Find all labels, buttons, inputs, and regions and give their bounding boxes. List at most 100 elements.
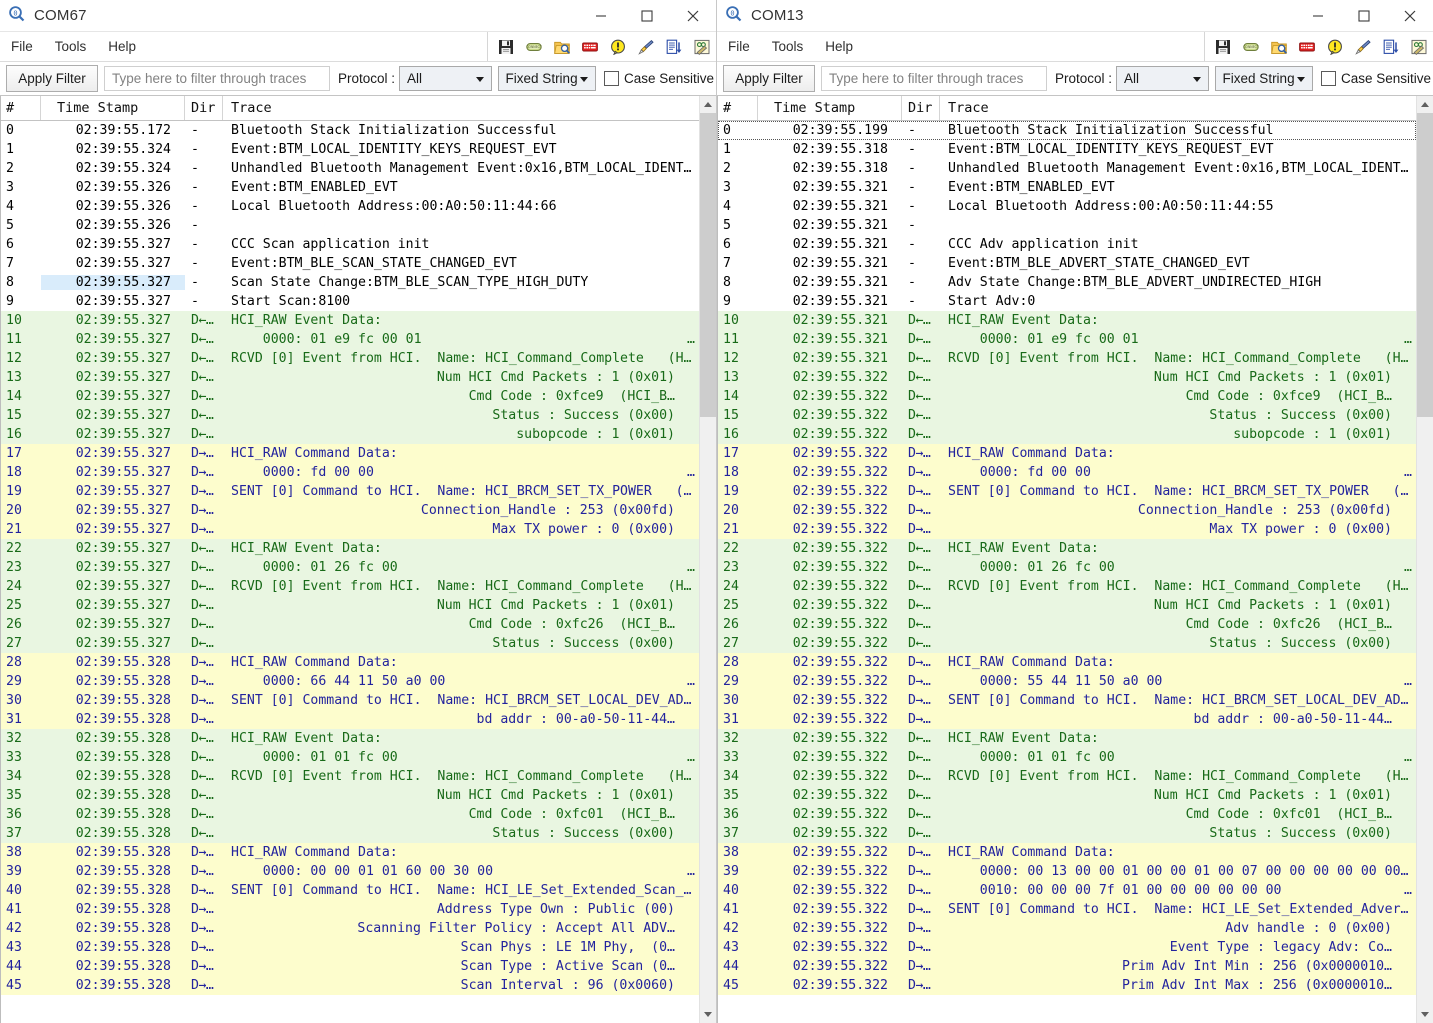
table-row[interactable]: 13 02:39:55.322 D←… Num HCI Cmd Packets : 1… xyxy=(718,368,1416,387)
table-row[interactable]: 4 02:39:55.321 - Local Bluetooth Address:00… xyxy=(718,197,1416,216)
table-row[interactable]: 36 02:39:55.328 D←… Cmd Code : 0xfc01 (HCI_… xyxy=(1,805,699,824)
scroll-up-button[interactable] xyxy=(1417,96,1433,113)
column-header-trace[interactable]: Trace xyxy=(223,96,699,120)
close-button[interactable] xyxy=(1387,0,1433,31)
table-row[interactable]: 18 02:39:55.322 D→… 0000: fd 00 00… xyxy=(718,463,1416,482)
table-row[interactable]: 42 02:39:55.322 D→… Adv handle : 0 (0x00) xyxy=(718,919,1416,938)
table-row[interactable]: 1 02:39:55.324 - Event:BTM_LOCAL_IDENTITY_K… xyxy=(1,140,699,159)
table-row[interactable]: 30 02:39:55.328 D→… SENT [0] Command to HCI… xyxy=(1,691,699,710)
filter-input[interactable]: Type here to filter through traces xyxy=(104,66,330,91)
table-row[interactable]: 26 02:39:55.327 D←… Cmd Code : 0xfc26 (HCI_… xyxy=(1,615,699,634)
table-row[interactable]: 27 02:39:55.322 D←… Status : Success (0x00) xyxy=(718,634,1416,653)
table-row[interactable]: 6 02:39:55.321 - CCC Adv application init xyxy=(718,235,1416,254)
table-row[interactable]: 32 02:39:55.328 D←… HCI_RAW Event Data: xyxy=(1,729,699,748)
table-row[interactable]: 23 02:39:55.327 D←… 0000: 01 26 fc 00… xyxy=(1,558,699,577)
filter-input[interactable]: Type here to filter through traces xyxy=(821,66,1047,91)
table-row[interactable]: 34 02:39:55.328 D←… RCVD [0] Event from HCI… xyxy=(1,767,699,786)
match-mode-select[interactable]: Fixed String xyxy=(1214,66,1313,91)
table-row[interactable]: 13 02:39:55.327 D←… Num HCI Cmd Packets : 1… xyxy=(1,368,699,387)
table-row[interactable]: 34 02:39:55.322 D←… RCVD [0] Event from HCI… xyxy=(718,767,1416,786)
table-row[interactable]: 42 02:39:55.328 D→… Scanning Filter Policy … xyxy=(1,919,699,938)
minimize-button[interactable] xyxy=(578,0,624,31)
scrollbar-thumb[interactable] xyxy=(700,113,716,417)
table-row[interactable]: 8 02:39:55.327- Scan State Change:BTM_BLE_… xyxy=(1,273,699,292)
table-row[interactable]: 15 02:39:55.322 D←… Status : Success (0x00) xyxy=(718,406,1416,425)
menu-item-file[interactable]: File xyxy=(717,32,761,61)
match-mode-select[interactable]: Fixed String xyxy=(497,66,596,91)
toolbar-save-icon[interactable] xyxy=(492,34,520,60)
table-row[interactable]: 10 02:39:55.321 D←… HCI_RAW Event Data: xyxy=(718,311,1416,330)
scroll-up-button[interactable] xyxy=(700,96,716,113)
vertical-scrollbar[interactable] xyxy=(699,96,716,1023)
menu-item-file[interactable]: File xyxy=(0,32,44,61)
table-row[interactable]: 7 02:39:55.321 - Event:BTM_BLE_ADVERT_STATE… xyxy=(718,254,1416,273)
column-header-index[interactable]: # xyxy=(718,96,758,120)
table-row[interactable]: 44 02:39:55.322 D→… Prim Adv Int Min : 256 … xyxy=(718,957,1416,976)
table-row[interactable]: 37 02:39:55.328 D←… Status : Success (0x00) xyxy=(1,824,699,843)
table-row[interactable]: 9 02:39:55.321 - Start Adv:0 xyxy=(718,292,1416,311)
table-row[interactable]: 31 02:39:55.322 D→… bd addr : 00-a0-50-11-4… xyxy=(718,710,1416,729)
table-row[interactable]: 1 02:39:55.318 - Event:BTM_LOCAL_IDENTITY_K… xyxy=(718,140,1416,159)
table-row[interactable]: 29 02:39:55.322 D→… 0000: 55 44 11 50 a0 0… xyxy=(718,672,1416,691)
scrollbar-track[interactable] xyxy=(1417,113,1433,1006)
table-row[interactable]: 12 02:39:55.321 D←… RCVD [0] Event from HCI… xyxy=(718,349,1416,368)
table-row[interactable]: 35 02:39:55.328 D←… Num HCI Cmd Packets : 1… xyxy=(1,786,699,805)
table-row[interactable]: 17 02:39:55.327 D→… HCI_RAW Command Data: xyxy=(1,444,699,463)
table-row[interactable]: 2 02:39:55.318 - Unhandled Bluetooth Manage… xyxy=(718,159,1416,178)
toolbar-document-down-icon[interactable] xyxy=(660,34,688,60)
table-row[interactable]: 41 02:39:55.322 D→… SENT [0] Command to HCI… xyxy=(718,900,1416,919)
table-row[interactable]: 19 02:39:55.322 D→… SENT [0] Command to HCI… xyxy=(718,482,1416,501)
apply-filter-button[interactable]: Apply Filter xyxy=(6,65,98,92)
table-row[interactable]: 11 02:39:55.327 D←… 0000: 01 e9 fc 00 01… xyxy=(1,330,699,349)
table-row[interactable]: 8 02:39:55.321 - Adv State Change:BTM_BLE_A… xyxy=(718,273,1416,292)
scrollbar-track[interactable] xyxy=(700,113,716,1006)
toolbar-capsule-icon[interactable]: CONNECT xyxy=(520,34,548,60)
table-row[interactable]: 9 02:39:55.327 - Start Scan:8100 xyxy=(1,292,699,311)
table-row[interactable]: 39 02:39:55.322 D→… 0000: 00 13 00 00 01 0… xyxy=(718,862,1416,881)
column-header-index[interactable]: # xyxy=(1,96,41,120)
column-header-timestamp[interactable]: Time Stamp xyxy=(41,96,185,120)
table-row[interactable]: 22 02:39:55.327 D←… HCI_RAW Event Data: xyxy=(1,539,699,558)
table-row[interactable]: 24 02:39:55.322 D←… RCVD [0] Event from HCI… xyxy=(718,577,1416,596)
table-row[interactable]: 44 02:39:55.328 D→… Scan Type : Active Scan… xyxy=(1,957,699,976)
menu-item-help[interactable]: Help xyxy=(814,32,864,61)
toolbar-image-edit-icon[interactable] xyxy=(688,34,716,60)
table-row[interactable]: 39 02:39:55.328 D→… 0000: 00 00 01 01 60 0… xyxy=(1,862,699,881)
column-header-timestamp[interactable]: Time Stamp xyxy=(758,96,902,120)
toolbar-capsule-icon[interactable]: CONNECT xyxy=(1237,34,1265,60)
table-row[interactable]: 5 02:39:55.321 - xyxy=(718,216,1416,235)
toolbar-keyboard-icon[interactable] xyxy=(1293,34,1321,60)
table-row[interactable]: 43 02:39:55.328 D→… Scan Phys : LE 1M Phy, … xyxy=(1,938,699,957)
column-header-trace[interactable]: Trace xyxy=(940,96,1416,120)
table-row[interactable]: 30 02:39:55.322 D→… SENT [0] Command to HCI… xyxy=(718,691,1416,710)
table-row[interactable]: 41 02:39:55.328 D→… Address Type Own : Publ… xyxy=(1,900,699,919)
scroll-down-button[interactable] xyxy=(700,1006,716,1023)
table-row[interactable]: 36 02:39:55.322 D←… Cmd Code : 0xfc01 (HCI_… xyxy=(718,805,1416,824)
column-header-dir[interactable]: Dir xyxy=(185,96,223,120)
table-row[interactable]: 21 02:39:55.322 D→… Max TX power : 0 (0x00) xyxy=(718,520,1416,539)
table-row[interactable]: 25 02:39:55.327 D←… Num HCI Cmd Packets : 1… xyxy=(1,596,699,615)
table-row[interactable]: 38 02:39:55.322 D→… HCI_RAW Command Data: xyxy=(718,843,1416,862)
table-row[interactable]: 29 02:39:55.328 D→… 0000: 66 44 11 50 a0 0… xyxy=(1,672,699,691)
table-row[interactable]: 18 02:39:55.327 D→… 0000: fd 00 00… xyxy=(1,463,699,482)
table-row[interactable]: 10 02:39:55.327 D←… HCI_RAW Event Data: xyxy=(1,311,699,330)
table-row[interactable]: 14 02:39:55.322 D←… Cmd Code : 0xfce9 (HCI_… xyxy=(718,387,1416,406)
close-button[interactable] xyxy=(670,0,716,31)
table-row[interactable]: 3 02:39:55.321 - Event:BTM_ENABLED_EVT xyxy=(718,178,1416,197)
table-row[interactable]: 4 02:39:55.326 - Local Bluetooth Address:00… xyxy=(1,197,699,216)
table-row[interactable]: 5 02:39:55.326 - xyxy=(1,216,699,235)
table-row[interactable]: 23 02:39:55.322 D←… 0000: 01 26 fc 00… xyxy=(718,558,1416,577)
table-row[interactable]: 20 02:39:55.322 D→… Connection_Handle : 253… xyxy=(718,501,1416,520)
table-row[interactable]: 45 02:39:55.328 D→… Scan Interval : 96 (0x0… xyxy=(1,976,699,995)
table-row[interactable]: 0 02:39:55.199 - Bluetooth Stack Initializa… xyxy=(718,121,1416,140)
minimize-button[interactable] xyxy=(1295,0,1341,31)
table-row[interactable]: 28 02:39:55.322 D→… HCI_RAW Command Data: xyxy=(718,653,1416,672)
toolbar-folder-search-icon[interactable] xyxy=(1265,34,1293,60)
table-row[interactable]: 43 02:39:55.322 D→… Event Type : legacy Adv… xyxy=(718,938,1416,957)
toolbar-image-edit-icon[interactable] xyxy=(1405,34,1433,60)
table-row[interactable]: 14 02:39:55.327 D←… Cmd Code : 0xfce9 (HCI_… xyxy=(1,387,699,406)
table-row[interactable]: 15 02:39:55.327 D←… Status : Success (0x00) xyxy=(1,406,699,425)
table-row[interactable]: 21 02:39:55.327 D→… Max TX power : 0 (0x00) xyxy=(1,520,699,539)
table-row[interactable]: 28 02:39:55.328 D→… HCI_RAW Command Data: xyxy=(1,653,699,672)
table-row[interactable]: 17 02:39:55.322 D→… HCI_RAW Command Data: xyxy=(718,444,1416,463)
